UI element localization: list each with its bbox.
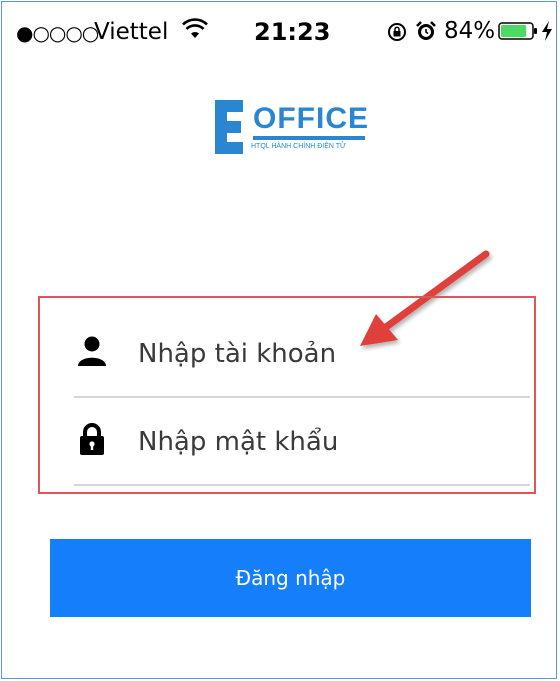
clock-time: 21:23 (254, 18, 331, 46)
password-divider (74, 484, 530, 486)
status-bar: ●○○○○ Viettel 21:23 84% (2, 2, 556, 64)
logo-e-mark (215, 100, 243, 154)
user-icon (78, 336, 106, 366)
login-button[interactable]: Đăng nhập (50, 539, 531, 617)
charging-bolt-icon (542, 21, 552, 41)
password-field (74, 400, 530, 486)
battery-percent: 84% (444, 18, 496, 44)
signal-strength: ●○○○○ (16, 21, 99, 45)
orientation-lock-icon (388, 23, 406, 41)
username-input[interactable] (138, 332, 518, 376)
carrier-name: Viettel (94, 19, 169, 45)
eoffice-logo: OFFICE HTQL HÀNH CHÍNH ĐIỆN TỬ (215, 100, 368, 160)
username-divider (74, 396, 530, 398)
battery-icon (498, 22, 537, 40)
logo-wordmark: OFFICE (253, 102, 369, 135)
wifi-icon (182, 18, 208, 38)
app-screen: ●○○○○ Viettel 21:23 84% OFFICE HTQL HÀNH… (1, 1, 557, 679)
logo-tagline: HTQL HÀNH CHÍNH ĐIỆN TỬ (251, 143, 347, 150)
lock-icon (80, 423, 104, 455)
password-input[interactable] (138, 420, 518, 464)
username-field (74, 312, 530, 398)
logo-underline (253, 136, 365, 140)
alarm-icon (416, 21, 436, 40)
